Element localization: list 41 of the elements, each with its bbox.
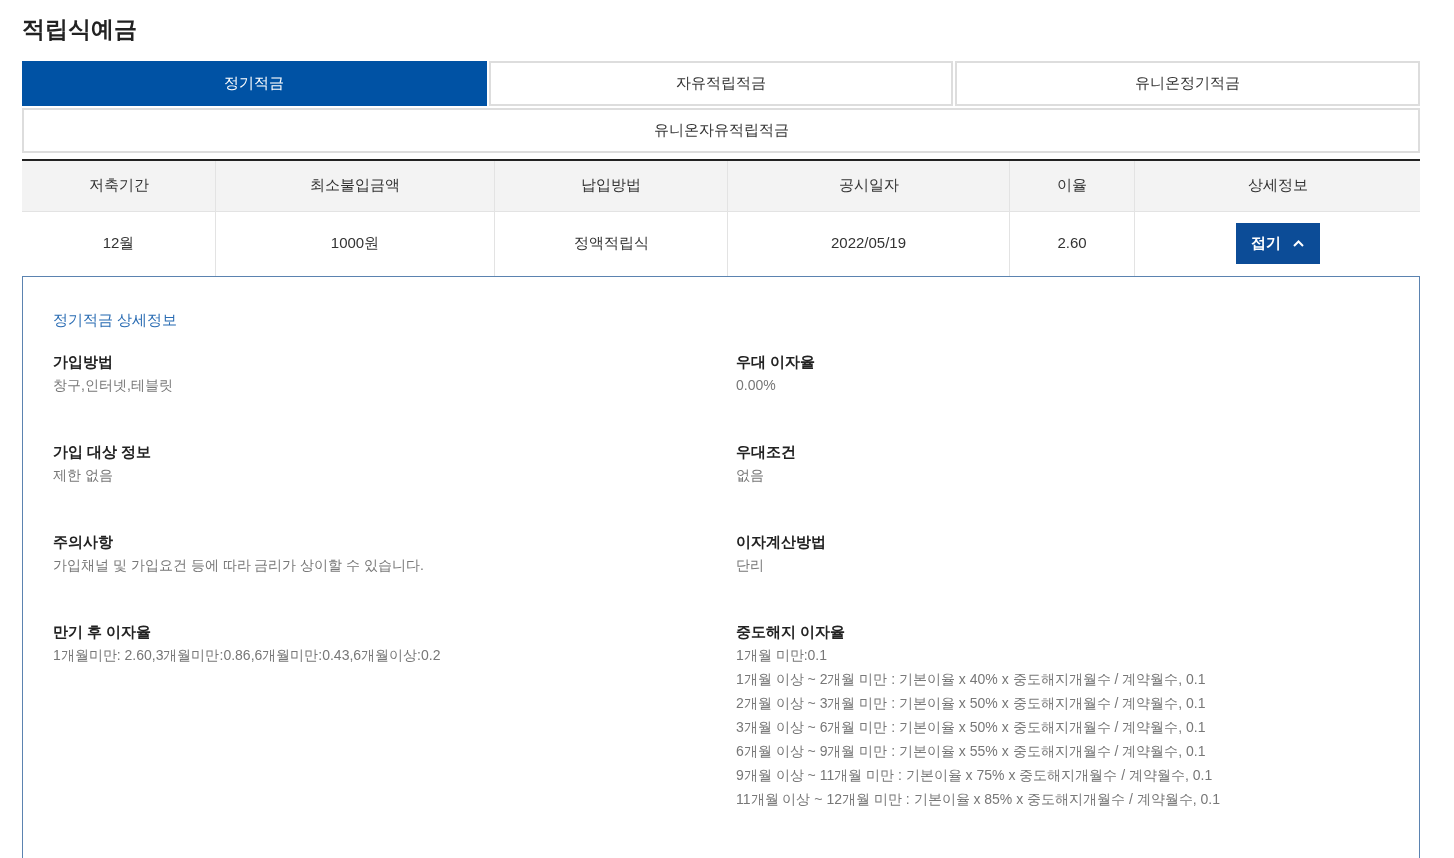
- detail-value: 0.00%: [736, 376, 776, 395]
- page-title: 적립식예금: [22, 15, 138, 44]
- detail-value: 2개월 이상 ~ 3개월 미만 : 기본이율 x 50% x 중도해지개월수 / 계약월수, 0.1: [736, 694, 1206, 713]
- tab[interactable]: 자유적립적금: [488, 60, 954, 106]
- column-header: 이율: [1010, 160, 1135, 211]
- table-cell: 정액적립식: [495, 211, 728, 276]
- detail-value: 가입채널 및 가입요건 등에 따라 금리가 상이할 수 있습니다.: [53, 556, 424, 575]
- tab[interactable]: 정기적금: [22, 60, 487, 106]
- tab[interactable]: 유니온자유적립적금: [22, 107, 1420, 153]
- detail-label: 만기 후 이자율: [53, 622, 152, 642]
- detail-label: 가입 대상 정보: [53, 442, 152, 462]
- tab[interactable]: 유니온정기적금: [955, 60, 1420, 106]
- detail-title: 정기적금 상세정보: [53, 309, 178, 330]
- table-cell: 12월: [22, 211, 216, 276]
- detail-value: 1개월 미만:0.1: [736, 646, 828, 665]
- detail-value: 6개월 이상 ~ 9개월 미만 : 기본이율 x 55% x 중도해지개월수 / 계약월수, 0.1: [736, 742, 1206, 761]
- detail-value: 제한 없음: [53, 466, 113, 485]
- table-cell: 2022/05/19: [728, 211, 1010, 276]
- table-cell: 1000원: [216, 211, 495, 276]
- detail-label: 이자계산방법: [736, 532, 826, 552]
- detail-value: 1개월미만: 2.60,3개월미만:0.86,6개월미만:0.43,6개월이상:0.2: [53, 646, 441, 665]
- detail-value: 없음: [736, 466, 764, 485]
- detail-value: 9개월 이상 ~ 11개월 미만 : 기본이율 x 75% x 중도해지개월수 / 계약월수, 0.1: [736, 766, 1213, 785]
- detail-label: 주의사항: [53, 532, 113, 552]
- collapse-button[interactable]: 접기: [1235, 223, 1320, 264]
- detail-label: 우대 이자율: [736, 352, 816, 372]
- column-header: 상세정보: [1246, 175, 1309, 196]
- column-header: 최소불입금액: [216, 160, 495, 211]
- table-cell: 2.60: [1010, 211, 1135, 276]
- column-header: 납입방법: [495, 160, 728, 211]
- detail-label: 가입방법: [53, 352, 113, 372]
- column-header: 저축기간: [22, 160, 216, 211]
- detail-value: 1개월 이상 ~ 2개월 미만 : 기본이율 x 40% x 중도해지개월수 / 계약월수, 0.1: [736, 670, 1206, 689]
- detail-value: 3개월 이상 ~ 6개월 미만 : 기본이율 x 50% x 중도해지개월수 / 계약월수, 0.1: [736, 718, 1206, 737]
- detail-value: 창구,인터넷,테블릿: [53, 376, 173, 395]
- detail-label: 우대조건: [736, 442, 796, 462]
- column-header: 공시일자: [728, 160, 1010, 211]
- detail-label: 중도해지 이자율: [736, 622, 846, 642]
- chevron-up-icon: [1293, 240, 1304, 247]
- detail-value: 단리: [736, 556, 764, 575]
- detail-value: 11개월 이상 ~ 12개월 미만 : 기본이율 x 85% x 중도해지개월수 / 계약월수, 0.1: [736, 790, 1220, 809]
